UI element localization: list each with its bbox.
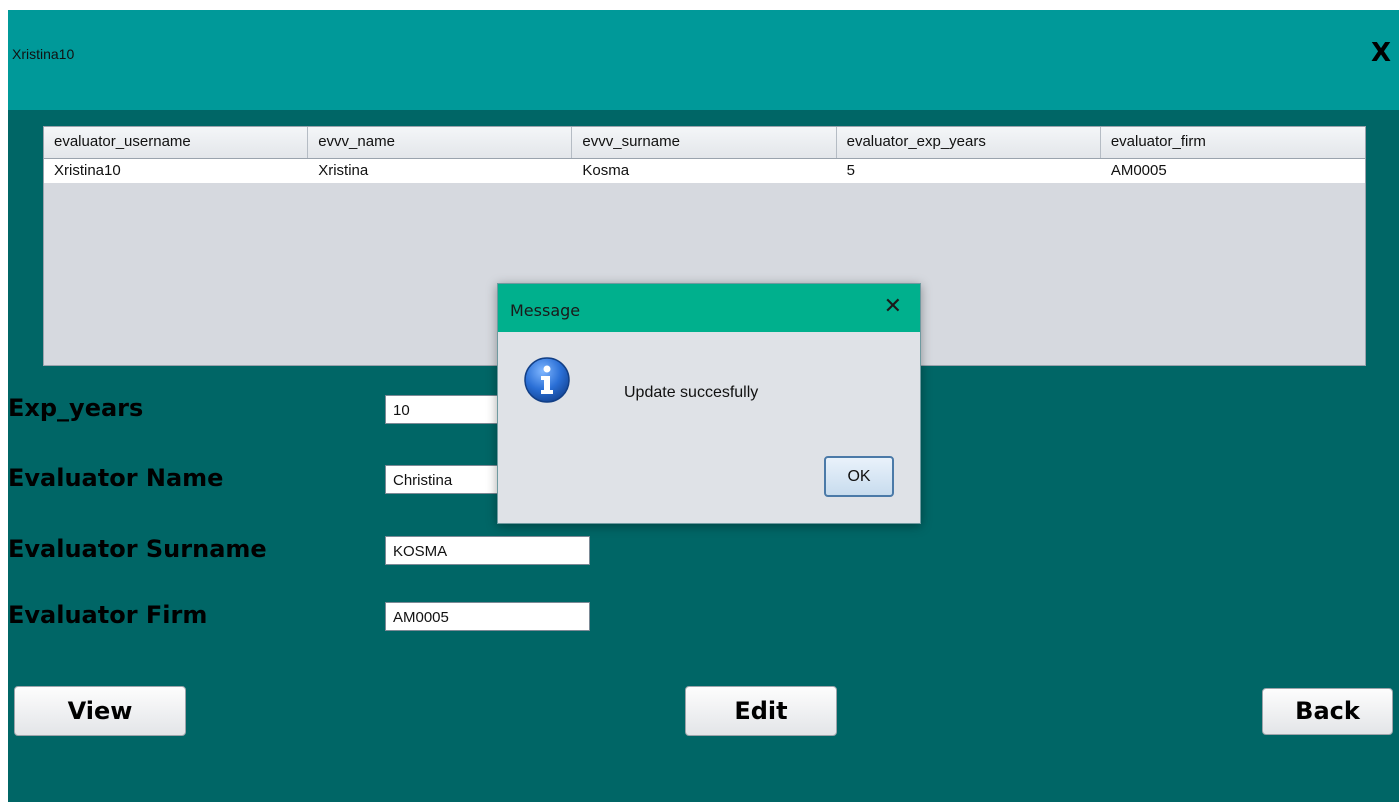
close-icon[interactable]: ✕: [884, 294, 902, 319]
table-row[interactable]: Xristina10 Xristina Kosma 5 AM0005: [44, 159, 1365, 183]
table-cell[interactable]: Kosma: [572, 159, 836, 183]
dialog-title: Message: [510, 301, 581, 320]
table-header: evaluator_username evvv_name evvv_surnam…: [44, 127, 1365, 159]
close-icon[interactable]: X: [1371, 38, 1391, 68]
table-cell[interactable]: Xristina: [308, 159, 572, 183]
evaluator-name-label: Evaluator Name: [8, 464, 224, 492]
column-header-username[interactable]: evaluator_username: [44, 127, 309, 158]
current-username: Xristina10: [12, 46, 75, 62]
evaluator-surname-field[interactable]: KOSMA: [385, 536, 590, 565]
edit-button[interactable]: Edit: [685, 686, 837, 736]
column-header-exp-years[interactable]: evaluator_exp_years: [837, 127, 1101, 158]
ok-button[interactable]: OK: [824, 456, 894, 497]
evaluator-firm-label: Evaluator Firm: [8, 601, 208, 629]
header-bar: Xristina10 X: [8, 10, 1399, 110]
exp-years-label: Exp_years: [8, 394, 144, 422]
evaluator-firm-field[interactable]: AM0005: [385, 602, 590, 631]
dialog-message: Update succesfully: [624, 384, 759, 401]
table-cell[interactable]: 5: [837, 159, 1101, 183]
view-button[interactable]: View: [14, 686, 186, 736]
table-cell[interactable]: Xristina10: [44, 159, 308, 183]
column-header-surname[interactable]: evvv_surname: [572, 127, 837, 158]
message-dialog: Message ✕ Update succesfully OK: [497, 283, 921, 524]
back-button[interactable]: Back: [1262, 688, 1393, 735]
evaluator-surname-label: Evaluator Surname: [8, 535, 267, 563]
column-header-name[interactable]: evvv_name: [308, 127, 573, 158]
table-cell[interactable]: AM0005: [1101, 159, 1365, 183]
column-header-firm[interactable]: evaluator_firm: [1101, 127, 1365, 158]
dialog-title-bar[interactable]: Message ✕: [498, 284, 920, 332]
info-icon: [523, 356, 571, 404]
